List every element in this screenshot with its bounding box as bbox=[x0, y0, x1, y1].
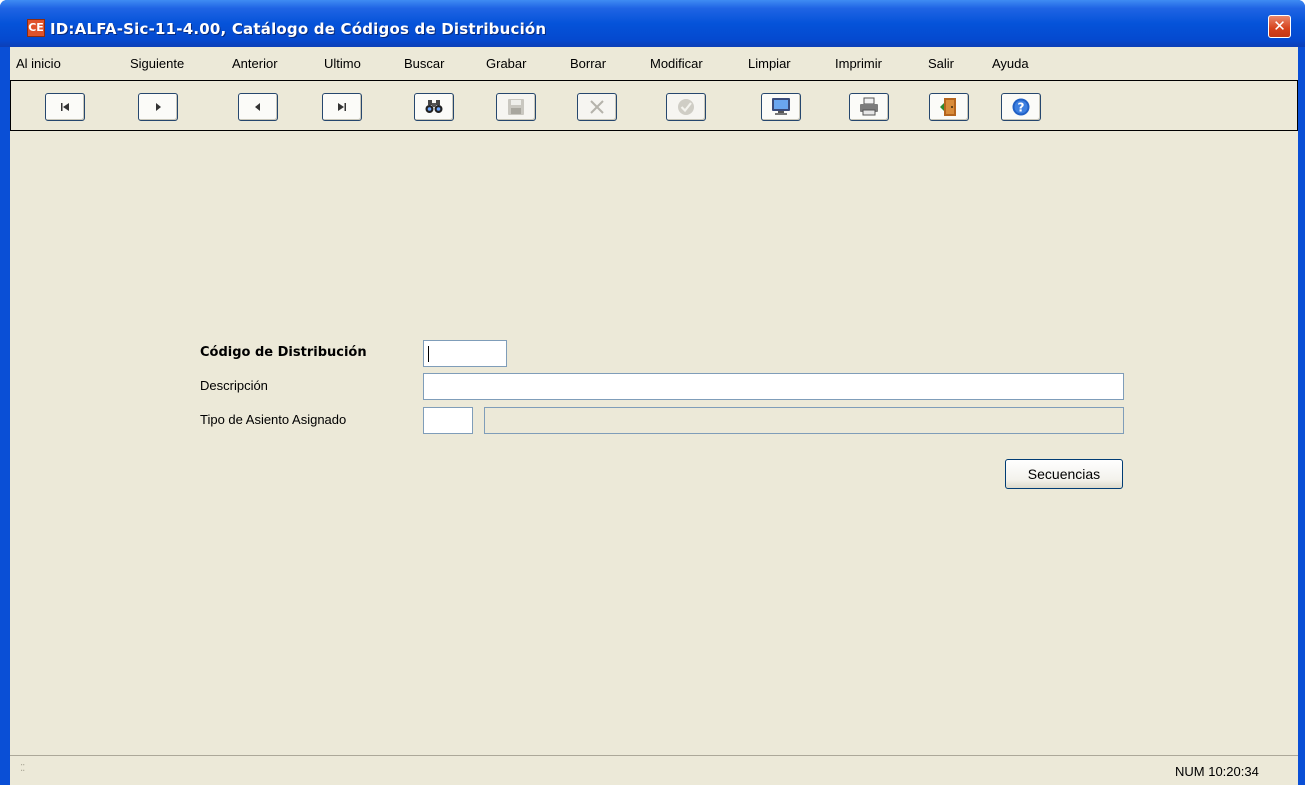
first-record-button[interactable] bbox=[45, 93, 85, 121]
checkmark-icon bbox=[678, 99, 694, 115]
floppy-disk-icon bbox=[508, 99, 524, 115]
delete-button bbox=[577, 93, 617, 121]
first-record-icon bbox=[61, 103, 69, 111]
close-button[interactable]: ✕ bbox=[1268, 15, 1291, 38]
menu-buscar[interactable]: Buscar bbox=[404, 56, 444, 74]
binoculars-icon bbox=[425, 100, 443, 113]
menu-limpiar[interactable]: Limpiar bbox=[748, 56, 791, 74]
app-icon: CE bbox=[27, 19, 45, 37]
application-window: CE ID:ALFA-Sic-11-4.00, Catálogo de Códi… bbox=[0, 0, 1305, 785]
codigo-field[interactable] bbox=[423, 340, 507, 367]
next-record-icon bbox=[156, 103, 161, 111]
secuencias-button[interactable]: Secuencias bbox=[1005, 459, 1123, 489]
descripcion-label: Descripción bbox=[200, 378, 268, 393]
client-area: Al inicio Siguiente Anterior Ultimo Busc… bbox=[10, 47, 1298, 785]
tipo-asiento-description-field bbox=[484, 407, 1124, 434]
svg-text:?: ? bbox=[1018, 101, 1025, 115]
previous-record-icon bbox=[255, 103, 260, 111]
printer-icon bbox=[860, 97, 878, 116]
status-text: NUM 10:20:34 bbox=[1175, 764, 1259, 779]
status-bar: ⁚⁚ NUM 10:20:34 bbox=[10, 755, 1298, 785]
tipo-asiento-field[interactable] bbox=[423, 407, 473, 434]
title-bar[interactable]: CE ID:ALFA-Sic-11-4.00, Catálogo de Códi… bbox=[0, 0, 1305, 47]
print-button[interactable] bbox=[849, 93, 889, 121]
menu-modificar[interactable]: Modificar bbox=[650, 56, 703, 74]
text-caret bbox=[428, 346, 429, 362]
tipo-asiento-description-input bbox=[485, 408, 1123, 433]
menu-bar: Al inicio Siguiente Anterior Ultimo Busc… bbox=[10, 47, 1298, 80]
menu-anterior[interactable]: Anterior bbox=[232, 56, 278, 74]
exit-button[interactable] bbox=[929, 93, 969, 121]
menu-ultimo[interactable]: Ultimo bbox=[324, 56, 361, 74]
codigo-label: Código de Distribución bbox=[200, 345, 367, 360]
previous-record-button[interactable] bbox=[238, 93, 278, 121]
tipo-asiento-label: Tipo de Asiento Asignado bbox=[200, 412, 347, 427]
clear-button[interactable] bbox=[761, 93, 801, 121]
menu-al-inicio[interactable]: Al inicio bbox=[16, 56, 61, 74]
menu-imprimir[interactable]: Imprimir bbox=[835, 56, 882, 74]
codigo-input[interactable] bbox=[424, 341, 506, 366]
search-button[interactable] bbox=[414, 93, 454, 121]
next-record-button[interactable] bbox=[138, 93, 178, 121]
save-button bbox=[496, 93, 536, 121]
exit-door-icon bbox=[940, 98, 956, 116]
descripcion-field[interactable] bbox=[423, 373, 1124, 400]
menu-siguiente[interactable]: Siguiente bbox=[130, 56, 184, 74]
monitor-icon bbox=[772, 98, 790, 115]
tipo-asiento-input[interactable] bbox=[424, 408, 472, 433]
help-button[interactable]: ? bbox=[1001, 93, 1041, 121]
last-record-button[interactable] bbox=[322, 93, 362, 121]
toolbar: ? bbox=[10, 80, 1298, 131]
delete-x-icon bbox=[590, 100, 604, 114]
resize-grip-icon[interactable]: ⁚⁚ bbox=[20, 764, 25, 774]
modify-button bbox=[666, 93, 706, 121]
menu-ayuda[interactable]: Ayuda bbox=[992, 56, 1029, 74]
menu-salir[interactable]: Salir bbox=[928, 56, 954, 74]
menu-borrar[interactable]: Borrar bbox=[570, 56, 606, 74]
last-record-icon bbox=[338, 103, 346, 111]
help-icon: ? bbox=[1012, 98, 1030, 116]
menu-grabar[interactable]: Grabar bbox=[486, 56, 526, 74]
window-title: ID:ALFA-Sic-11-4.00, Catálogo de Códigos… bbox=[50, 20, 547, 38]
descripcion-input[interactable] bbox=[424, 374, 1123, 399]
